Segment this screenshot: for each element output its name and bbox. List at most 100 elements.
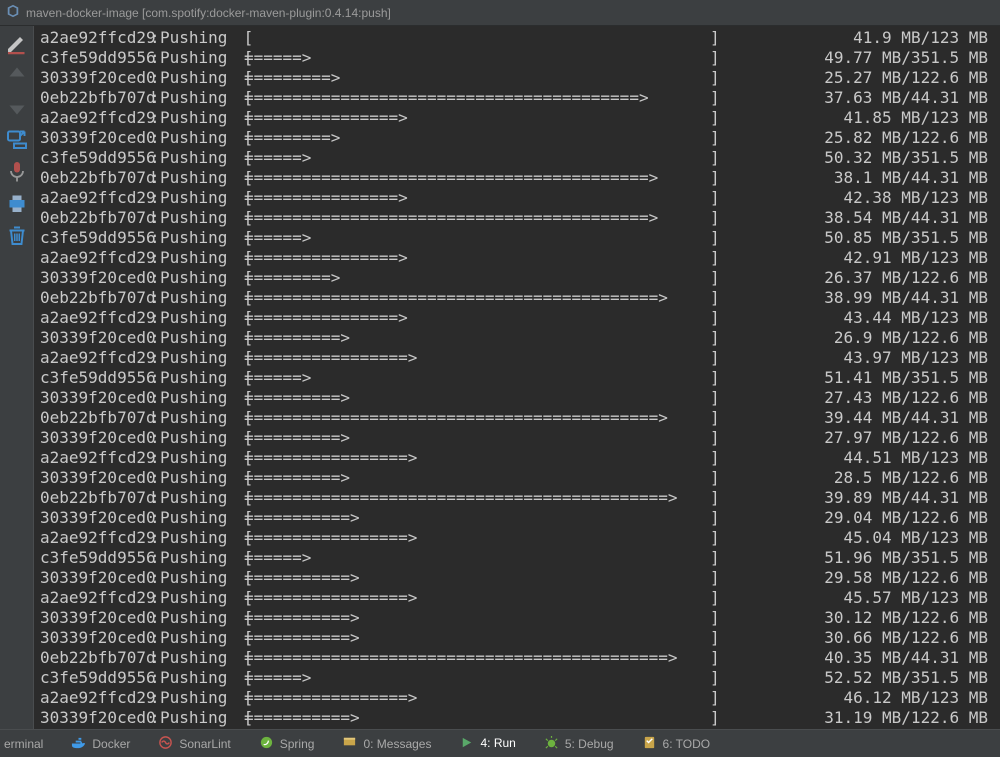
layer-hash: 0eb22bfb707d [40, 168, 150, 188]
progress-bar: =========> [244, 268, 710, 288]
bracket-right: ] [710, 688, 720, 708]
colon: : [150, 148, 160, 168]
progress-bar: ========================================… [244, 488, 710, 508]
layer-action: Pushing [160, 408, 234, 428]
bracket-right: ] [710, 668, 720, 688]
trash-icon[interactable] [5, 224, 29, 246]
toolwindow-run-label: 4: Run [480, 736, 515, 752]
export-icon[interactable] [5, 128, 29, 150]
bracket-left: [ [234, 188, 244, 208]
bracket-right: ] [710, 448, 720, 468]
colon: : [150, 448, 160, 468]
debug-icon [544, 735, 559, 753]
bracket-right: ] [710, 428, 720, 448]
colon: : [150, 488, 160, 508]
console-output[interactable]: a2ae92ffcd29: Pushing [ ] 41.9 MB/123 MB… [34, 26, 1000, 729]
edit-icon[interactable] [5, 32, 29, 54]
colon: : [150, 108, 160, 128]
sonarlint-icon [158, 735, 173, 753]
bracket-right: ] [710, 408, 720, 428]
console-line: 30339f20ced0: Pushing [===========> ] 30… [34, 628, 1000, 648]
colon: : [150, 628, 160, 648]
layer-hash: a2ae92ffcd29 [40, 28, 150, 48]
toolwindow-sonarlint[interactable]: SonarLint [158, 735, 230, 753]
bracket-left: [ [234, 148, 244, 168]
bracket-right: ] [710, 388, 720, 408]
layer-action: Pushing [160, 548, 234, 568]
down-icon[interactable] [5, 96, 29, 118]
toolwindow-terminal[interactable]: erminal [4, 737, 43, 751]
toolwindow-docker[interactable]: Docker [71, 735, 130, 753]
layer-size: 52.52 MB/351.5 MB [720, 668, 1000, 688]
console-line: 30339f20ced0: Pushing [=========> ] 25.2… [34, 68, 1000, 88]
toolwindow-messages[interactable]: 0: Messages [342, 735, 431, 753]
colon: : [150, 68, 160, 88]
messages-icon [342, 735, 357, 753]
progress-bar: =========> [244, 68, 710, 88]
colon: : [150, 28, 160, 48]
layer-hash: 30339f20ced0 [40, 68, 150, 88]
colon: : [150, 528, 160, 548]
console-line: a2ae92ffcd29: Pushing [================>… [34, 248, 1000, 268]
progress-bar: =========> [244, 128, 710, 148]
layer-action: Pushing [160, 628, 234, 648]
bracket-left: [ [234, 268, 244, 288]
layer-size: 26.37 MB/122.6 MB [720, 268, 1000, 288]
colon: : [150, 188, 160, 208]
run-config-tab[interactable]: maven-docker-image [com.spotify:docker-m… [6, 4, 391, 21]
layer-hash: 30339f20ced0 [40, 708, 150, 728]
layer-action: Pushing [160, 448, 234, 468]
toolwindow-spring[interactable]: Spring [259, 735, 315, 753]
layer-size: 26.9 MB/122.6 MB [720, 328, 1000, 348]
layer-hash: 30339f20ced0 [40, 128, 150, 148]
progress-bar: ==========> [244, 428, 710, 448]
layer-action: Pushing [160, 488, 234, 508]
maven-icon [6, 4, 20, 21]
console-line: 0eb22bfb707d: Pushing [=================… [34, 88, 1000, 108]
console-line: a2ae92ffcd29: Pushing [ ] 41.9 MB/123 MB [34, 28, 1000, 48]
layer-hash: 0eb22bfb707d [40, 488, 150, 508]
toolwindow-run[interactable]: 4: Run [459, 735, 515, 753]
console-line: 30339f20ced0: Pushing [===========> ] 31… [34, 708, 1000, 728]
toolwindow-messages-label: 0: Messages [363, 737, 431, 751]
progress-bar: ========================================… [244, 288, 710, 308]
bracket-right: ] [710, 628, 720, 648]
mic-icon[interactable] [5, 160, 29, 182]
layer-action: Pushing [160, 348, 234, 368]
layer-action: Pushing [160, 228, 234, 248]
bracket-left: [ [234, 508, 244, 528]
console-line: 30339f20ced0: Pushing [=========> ] 26.3… [34, 268, 1000, 288]
layer-size: 30.66 MB/122.6 MB [720, 628, 1000, 648]
layer-hash: c3fe59dd9556 [40, 228, 150, 248]
bracket-right: ] [710, 288, 720, 308]
run-icon [459, 735, 474, 753]
layer-action: Pushing [160, 428, 234, 448]
layer-action: Pushing [160, 168, 234, 188]
toolwindow-todo[interactable]: 6: TODO [642, 735, 711, 753]
bracket-right: ] [710, 348, 720, 368]
console-line: 0eb22bfb707d: Pushing [=================… [34, 208, 1000, 228]
progress-bar: ==========> [244, 388, 710, 408]
colon: : [150, 468, 160, 488]
console-line: 0eb22bfb707d: Pushing [=================… [34, 488, 1000, 508]
layer-hash: 0eb22bfb707d [40, 288, 150, 308]
layer-hash: 30339f20ced0 [40, 508, 150, 528]
bracket-left: [ [234, 548, 244, 568]
layer-size: 46.12 MB/123 MB [720, 688, 1000, 708]
progress-bar: =================> [244, 528, 710, 548]
colon: : [150, 308, 160, 328]
layer-action: Pushing [160, 128, 234, 148]
print-icon[interactable] [5, 192, 29, 214]
toolwindow-debug[interactable]: 5: Debug [544, 735, 614, 753]
layer-action: Pushing [160, 68, 234, 88]
colon: : [150, 388, 160, 408]
layer-hash: c3fe59dd9556 [40, 48, 150, 68]
bracket-right: ] [710, 328, 720, 348]
colon: : [150, 208, 160, 228]
layer-size: 42.91 MB/123 MB [720, 248, 1000, 268]
up-icon[interactable] [5, 64, 29, 86]
progress-bar: ===========> [244, 508, 710, 528]
colon: : [150, 568, 160, 588]
layer-hash: a2ae92ffcd29 [40, 528, 150, 548]
layer-size: 41.85 MB/123 MB [720, 108, 1000, 128]
